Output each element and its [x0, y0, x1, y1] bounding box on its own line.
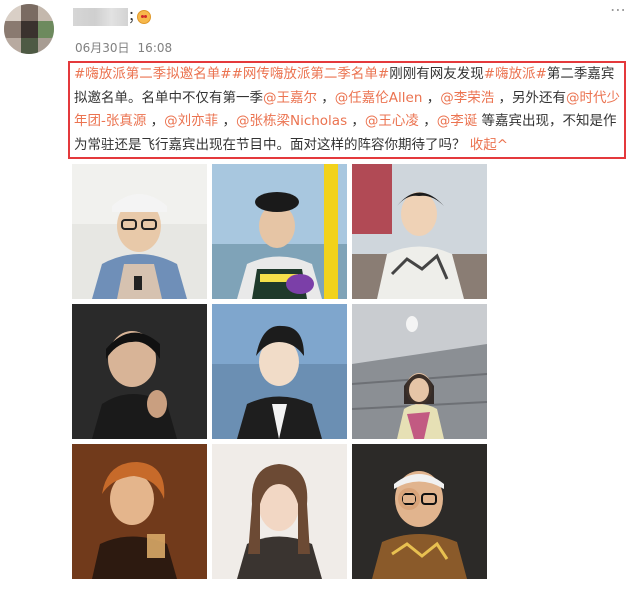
content-text: ， [146, 113, 165, 129]
username[interactable] [73, 8, 128, 26]
content-text: ， [317, 89, 335, 106]
photo-3[interactable] [352, 164, 487, 299]
collapse-label: 收起 [469, 136, 497, 153]
mention-link[interactable]: @李荣浩 [440, 90, 494, 106]
photo-1[interactable] [72, 164, 207, 299]
more-dots-icon[interactable]: ⋯ [610, 0, 626, 19]
post-content: #嗨放派第二季拟邀名单##网传嗨放派第二季名单#刚刚有网友发现#嗨放派#第二季嘉… [74, 63, 624, 157]
mention-link[interactable]: @王心凌 [365, 113, 419, 129]
photo-5[interactable] [212, 304, 347, 439]
photo-4[interactable] [72, 304, 207, 439]
content-text: ， [418, 113, 437, 129]
post-meta: 06月30日 16:08 [75, 39, 180, 56]
content-text: ， [218, 113, 236, 129]
hashtag-link[interactable]: #嗨放派# [484, 66, 547, 82]
collapse-link[interactable]: 收起^ [470, 137, 508, 153]
mention-link[interactable]: @任嘉伦Allen [335, 90, 423, 106]
photo-8[interactable] [212, 444, 347, 579]
chevron-up-icon: ^ [496, 136, 509, 153]
post-time[interactable]: 16:08 [138, 41, 173, 55]
content-text: 刚刚有网友发现 [389, 66, 484, 82]
mention-link[interactable]: @李诞 [437, 113, 478, 129]
photo-7[interactable] [72, 444, 207, 579]
photo-6[interactable] [352, 304, 487, 439]
hashtag-link[interactable]: #嗨放派第二季拟邀名单# [74, 66, 232, 82]
hashtag-link[interactable]: #网传嗨放派第二季名单# [232, 66, 390, 82]
post-date[interactable]: 06月30日 [75, 41, 130, 55]
content-text: ，另外还有 [494, 89, 566, 106]
content-text: ， [347, 113, 365, 129]
mention-link[interactable]: @王嘉尔 [263, 90, 317, 106]
avatar[interactable] [4, 4, 54, 54]
content-text: ， [422, 89, 441, 106]
mention-link[interactable]: @刘亦菲 [164, 113, 218, 129]
emoji-icon [137, 10, 151, 24]
photo-9[interactable] [352, 444, 487, 579]
photo-2[interactable] [212, 164, 347, 299]
mention-link[interactable]: @张栋梁Nicholas [236, 113, 347, 129]
